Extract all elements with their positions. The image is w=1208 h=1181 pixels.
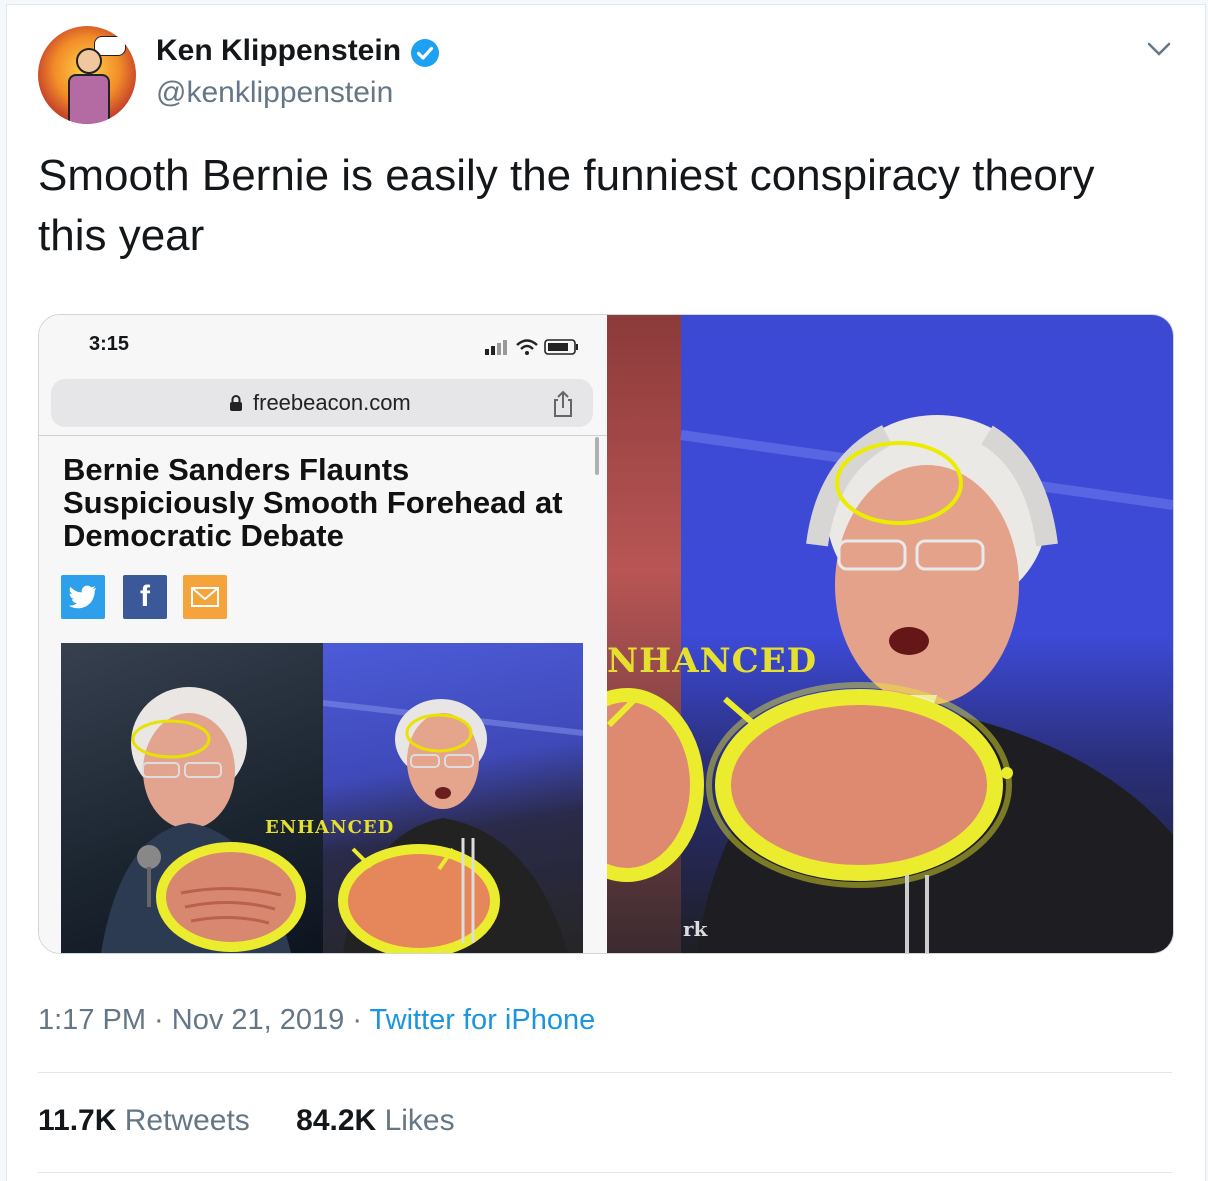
- scrollbar[interactable]: [595, 437, 599, 475]
- tweet-text: Smooth Bernie is easily the funniest con…: [38, 151, 1095, 260]
- avatar[interactable]: [38, 26, 136, 124]
- article-headline[interactable]: Bernie Sanders Flaunts Suspiciously Smoo…: [63, 453, 583, 552]
- avatar-head-shape: [76, 48, 102, 74]
- url-text: freebeacon.com: [253, 390, 411, 415]
- author-name[interactable]: Ken Klippenstein: [156, 34, 401, 68]
- meta-separator: ·: [146, 1004, 172, 1036]
- author-handle[interactable]: @kenklippenstein: [156, 76, 393, 110]
- chevron-down-icon[interactable]: [1146, 40, 1172, 58]
- twitter-icon: [69, 585, 96, 609]
- retweets-count: 11.7K: [38, 1104, 117, 1137]
- facebook-share-button[interactable]: f: [123, 575, 167, 619]
- bernie-right-illustration: [322, 699, 583, 953]
- likes-label: Likes: [384, 1104, 455, 1137]
- likes-stat[interactable]: 84.2K Likes: [296, 1104, 454, 1138]
- inner-left-photo: [61, 643, 323, 953]
- divider: [39, 435, 607, 436]
- enhanced-label: NHANCED: [607, 641, 818, 681]
- corner-text: rk: [683, 917, 708, 941]
- divider: [38, 1072, 1172, 1073]
- divider: [38, 1172, 1172, 1173]
- tweet-media[interactable]: 3:15 freebeacon.com Bernie Sanders Flaun…: [38, 314, 1174, 954]
- article-image: ENHANCED: [61, 643, 583, 953]
- tweet-date[interactable]: Nov 21, 2019: [172, 1004, 345, 1036]
- status-bar-icons: [485, 339, 578, 355]
- retweets-label: Retweets: [124, 1104, 250, 1137]
- twitter-share-button[interactable]: [61, 575, 105, 619]
- lock-icon: [230, 395, 242, 411]
- likes-count: 84.2K: [296, 1104, 377, 1137]
- meta-separator: ·: [344, 1004, 370, 1036]
- status-time: 3:15: [89, 333, 130, 355]
- phone-screenshot: 3:15 freebeacon.com Bernie Sanders Flaun…: [39, 315, 607, 953]
- retweets-stat[interactable]: 11.7K Retweets: [38, 1104, 250, 1138]
- bernie-left-illustration: [101, 687, 306, 953]
- mail-icon: [191, 587, 219, 607]
- tweet-stats: 11.7K Retweets 84.2K Likes: [38, 1104, 493, 1138]
- inner-enhanced-label: ENHANCED: [265, 817, 395, 838]
- address-bar[interactable]: freebeacon.com: [51, 379, 593, 427]
- enhanced-photo: NHANCED rk: [607, 315, 1173, 953]
- tweet-time[interactable]: 1:17 PM: [38, 1004, 146, 1036]
- verified-badge-icon: [411, 39, 439, 67]
- inner-right-photo: [322, 643, 583, 953]
- tweet-source-link[interactable]: Twitter for iPhone: [370, 1004, 596, 1036]
- email-share-button[interactable]: [183, 575, 227, 619]
- avatar-body-shape: [68, 74, 110, 124]
- bernie-big-illustration: [607, 415, 1173, 953]
- share-icon[interactable]: [551, 390, 575, 418]
- tweet-meta: 1:17 PM · Nov 21, 2019 · Twitter for iPh…: [38, 1004, 595, 1037]
